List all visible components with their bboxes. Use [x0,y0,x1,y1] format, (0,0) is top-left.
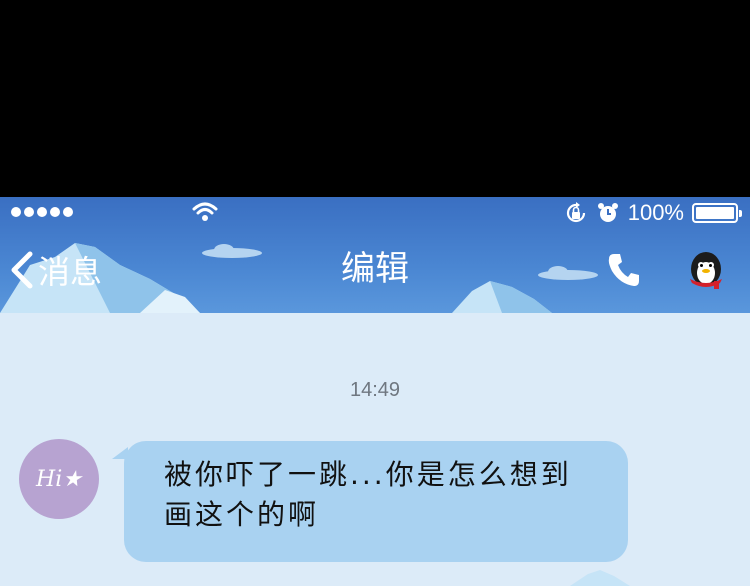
message-timestamp: 14:49 [349,379,401,401]
phone-icon [608,254,639,286]
penguin-profile-icon [690,252,722,289]
avatar[interactable]: Hi★ [19,439,99,519]
alarm-icon [597,203,618,222]
message-bubble[interactable]: 被你吓了一跳...你是怎么想到 画这个的啊 [112,441,628,562]
nav-header: 消息 编辑 [0,229,750,313]
black-band [0,0,750,197]
avatar-label: Hi★ [36,466,82,492]
battery-icon [692,203,742,223]
chat-screen: 100% 消息 编辑 14:49 Hi★ 被你吓了一跳...你是怎么想到 画这个… [0,197,750,586]
bubble-tail [112,447,128,459]
top-bar: 100% 消息 编辑 [0,197,750,313]
battery-percentage: 100% [627,200,684,225]
profile-button[interactable] [686,249,726,297]
chat-content[interactable]: 14:49 Hi★ 被你吓了一跳...你是怎么想到 画这个的啊 [0,313,750,586]
iceberg-bottom-decoration [570,570,630,586]
message-line: 被你吓了一跳...你是怎么想到 [164,458,572,491]
rotation-lock-icon [566,202,585,223]
status-right: 100% [564,200,742,226]
wifi-icon [192,202,218,221]
status-bar: 100% [0,197,750,229]
call-button[interactable] [606,251,642,293]
battery-level [696,207,734,219]
message-line: 画这个的啊 [164,498,320,531]
signal-dots-icon [11,207,73,217]
